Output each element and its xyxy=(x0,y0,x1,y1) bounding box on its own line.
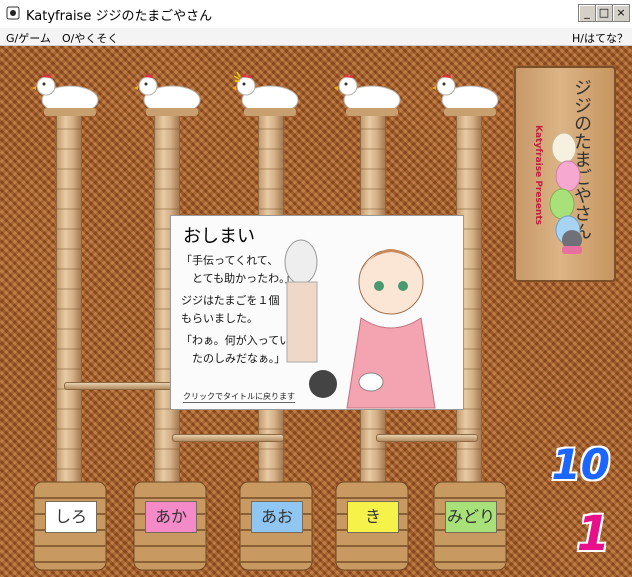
basket-label: あお xyxy=(251,501,303,533)
basket-green[interactable]: みどり xyxy=(430,478,510,574)
eggs-and-cat-icon xyxy=(549,132,582,254)
basket-yellow[interactable]: き xyxy=(332,478,412,574)
basket-label: みどり xyxy=(445,501,497,533)
basket-label: しろ xyxy=(45,501,97,533)
hen-icon xyxy=(334,73,401,116)
menu-rules[interactable]: O/やくそく xyxy=(62,30,118,46)
basket-white[interactable]: しろ xyxy=(30,478,110,574)
dialog-line: ジジはたまごを１個 xyxy=(181,294,280,307)
hen-icon xyxy=(432,73,499,116)
hen-icon xyxy=(232,72,299,116)
illustration-image xyxy=(284,239,436,409)
basket-blue[interactable]: あお xyxy=(236,478,316,574)
ending-dialog[interactable]: おしまい 「手伝ってくれて、 とても助かったわ。」 ジジはたまごを１個 もらいま… xyxy=(170,215,464,410)
hen-icon xyxy=(134,73,201,116)
score-remaining: 10 xyxy=(551,440,610,489)
window-title: Katyfraise ジジのたまごやさん xyxy=(26,9,213,24)
crossbar[interactable] xyxy=(64,382,176,390)
game-board[interactable]: Katyfraise Presents ジジのたまごやさん おしまい 「手伝って… xyxy=(0,46,632,577)
basket-label: あか xyxy=(145,501,197,533)
score-collected: 1 xyxy=(576,506,610,562)
basket-red[interactable]: あか xyxy=(130,478,210,574)
presents-text: Katyfraise Presents xyxy=(533,125,543,225)
crossbar[interactable] xyxy=(376,434,478,442)
dialog-line: たのしみだなぁ。」 xyxy=(181,352,286,365)
minimize-button[interactable]: _ xyxy=(578,4,596,22)
dialog-line: とても助かったわ。」 xyxy=(181,272,296,285)
menu-help[interactable]: H/はてな？ xyxy=(572,30,628,46)
menu-bar: G/ゲーム O/やくそく H/はてな？ xyxy=(0,28,632,46)
dialog-line: 「手伝ってくれて、 xyxy=(181,254,279,267)
title-sign: Katyfraise Presents ジジのたまごやさん xyxy=(514,66,616,282)
dialog-line: もらいました。 xyxy=(181,312,258,325)
dialog-title: おしまい xyxy=(183,226,255,247)
title-bar: Katyfraise ジジのたまごやさん _ □ × xyxy=(0,0,632,29)
close-button[interactable]: × xyxy=(612,4,630,22)
basket-label: き xyxy=(347,501,399,533)
return-to-title-hint[interactable]: クリックでタイトルに戻ります xyxy=(183,391,295,403)
maximize-button[interactable]: □ xyxy=(595,4,613,22)
menu-game[interactable]: G/ゲーム xyxy=(6,30,51,46)
crossbar[interactable] xyxy=(172,434,284,442)
app-icon xyxy=(6,6,20,20)
hen-icon xyxy=(32,73,99,116)
